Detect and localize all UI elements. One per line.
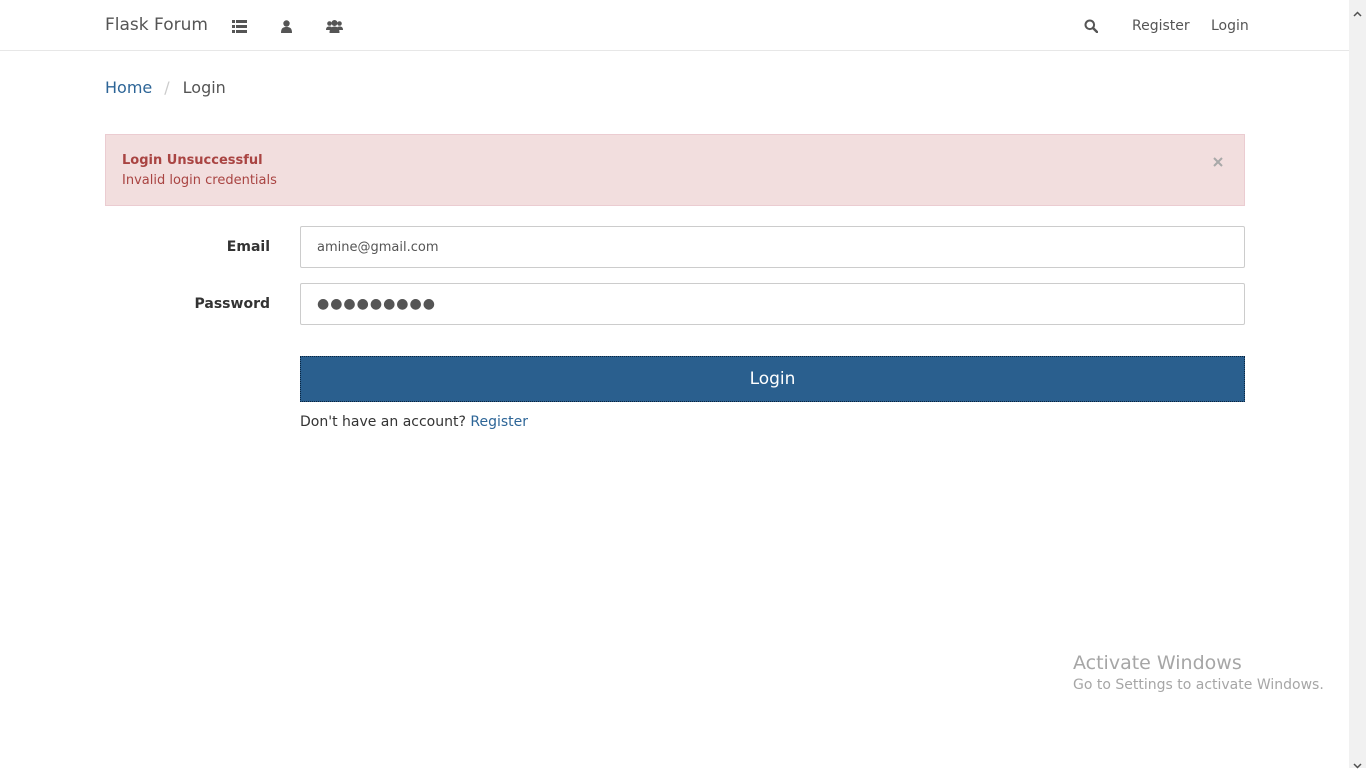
password-label: Password	[194, 296, 270, 312]
breadcrumb-separator: /	[164, 78, 170, 97]
list-icon[interactable]	[230, 17, 248, 35]
navbar: Flask Forum Register Login	[0, 0, 1349, 51]
scroll-down-arrow-icon[interactable]	[1353, 755, 1362, 769]
nav-login-link[interactable]: Login	[1211, 17, 1249, 35]
vertical-scrollbar[interactable]	[1349, 0, 1366, 769]
email-field[interactable]	[300, 226, 1245, 268]
password-field[interactable]	[300, 283, 1245, 325]
brand-link[interactable]: Flask Forum	[105, 14, 208, 36]
alert-title: Login Unsuccessful	[122, 153, 263, 168]
signup-prompt: Don't have an account? Register	[300, 413, 528, 431]
email-label: Email	[226, 239, 270, 255]
user-icon[interactable]	[277, 17, 295, 35]
search-icon[interactable]	[1082, 17, 1100, 35]
signup-prompt-text: Don't have an account?	[300, 414, 466, 430]
breadcrumb: Home / Login	[105, 77, 226, 99]
register-link[interactable]: Register	[470, 414, 528, 430]
users-icon[interactable]	[325, 17, 343, 35]
breadcrumb-home[interactable]: Home	[105, 77, 152, 99]
windows-activation-watermark: Activate Windows Go to Settings to activ…	[1073, 651, 1324, 695]
watermark-title: Activate Windows	[1073, 652, 1242, 674]
scroll-up-arrow-icon[interactable]	[1353, 4, 1362, 17]
error-alert: Login Unsuccessful Invalid login credent…	[105, 134, 1245, 206]
nav-register-link[interactable]: Register	[1132, 17, 1190, 35]
close-icon[interactable]	[1212, 153, 1226, 167]
alert-message: Invalid login credentials	[122, 173, 277, 188]
login-button[interactable]: Login	[300, 356, 1245, 402]
watermark-subtitle: Go to Settings to activate Windows.	[1073, 677, 1324, 693]
breadcrumb-current: Login	[182, 78, 226, 97]
